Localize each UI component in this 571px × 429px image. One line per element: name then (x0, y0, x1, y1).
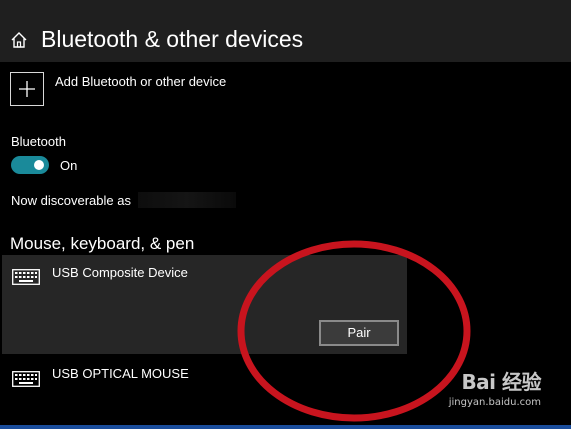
watermark-brand: Bai 经验 (461, 370, 541, 394)
keyboard-icon (12, 269, 40, 285)
pair-button[interactable]: Pair (319, 320, 399, 346)
section-title: Mouse, keyboard, & pen (10, 234, 195, 253)
add-device-button[interactable]: Add Bluetooth or other device (10, 70, 310, 110)
taskbar-edge (0, 425, 571, 429)
plus-icon (10, 72, 44, 106)
settings-header: Bluetooth & other devices (0, 0, 571, 62)
baidu-watermark: Bai 经验 jingyan.baidu.com (429, 366, 542, 408)
device-name: USB Composite Device (52, 265, 188, 280)
add-device-label: Add Bluetooth or other device (55, 74, 227, 89)
keyboard-icon (12, 371, 40, 387)
discoverable-label: Now discoverable as (11, 193, 131, 208)
home-icon[interactable] (10, 31, 28, 49)
bluetooth-toggle[interactable] (11, 156, 49, 174)
bluetooth-state: On (60, 158, 78, 173)
device-name[interactable]: USB OPTICAL MOUSE (52, 366, 189, 381)
bluetooth-label: Bluetooth (11, 134, 66, 149)
toggle-knob (34, 160, 44, 170)
discoverable-name-redacted (138, 192, 236, 208)
page-title: Bluetooth & other devices (41, 26, 304, 52)
watermark-url: jingyan.baidu.com (448, 397, 541, 408)
